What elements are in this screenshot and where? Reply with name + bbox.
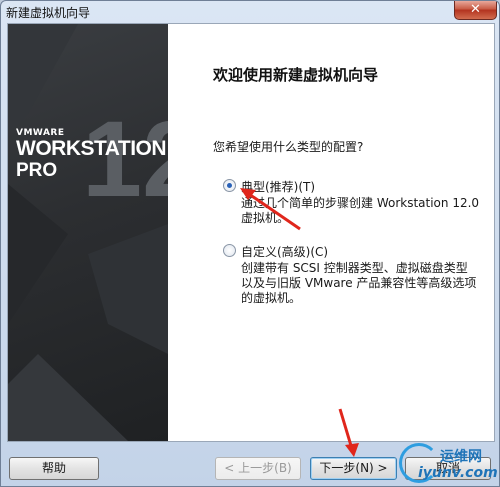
annotation-arrow-icon [338,408,359,457]
radio-typical[interactable] [223,179,236,192]
desc-line: 以及与旧版 VMware 产品兼容性等高级选项 [241,276,477,290]
banner-graphic: 12 [8,24,168,441]
page-title: 欢迎使用新建虚拟机向导 [213,66,379,84]
wizard-main: 欢迎使用新建虚拟机向导 您希望使用什么类型的配置? 典型(推荐)(T) 通过几个… [168,24,494,441]
brand-workstation: WORKSTATION [16,137,167,160]
watermark-url: iyunv.com [418,465,498,481]
next-button[interactable]: 下一步(N) > [310,457,397,480]
wizard-content: 12 VMWARE WORKSTATION PRO 欢迎使用新建虚拟机向导 您希… [7,23,495,442]
annotation-arrow-icon [240,188,301,231]
radio-custom[interactable] [223,244,236,257]
product-banner: 12 VMWARE WORKSTATION PRO [8,24,168,441]
window-title: 新建虚拟机向导 [6,6,91,20]
title-bar: 新建虚拟机向导 ✕ [1,1,499,23]
site-watermark: 运维网 iyunv.com [396,443,499,486]
option-custom-label[interactable]: 自定义(高级)(C) [241,243,328,260]
brand-pro: PRO [16,160,58,181]
desc-line: 的虚拟机。 [241,291,302,305]
watermark-text: 运维网 [440,449,482,465]
back-button[interactable]: < 上一步(B) [215,457,301,480]
wizard-window: 新建虚拟机向导 ✕ 12 VMWARE WORKSTATION PRO 欢迎使用… [0,0,500,487]
desc-line: 创建带有 SCSI 控制器类型、虚拟磁盘类型 [241,261,468,275]
close-button[interactable]: ✕ [454,1,497,20]
config-question: 您希望使用什么类型的配置? [213,140,364,154]
help-button[interactable]: 帮助 [9,457,99,480]
option-custom-description: 创建带有 SCSI 控制器类型、虚拟磁盘类型 以及与旧版 VMware 产品兼容… [241,261,481,306]
